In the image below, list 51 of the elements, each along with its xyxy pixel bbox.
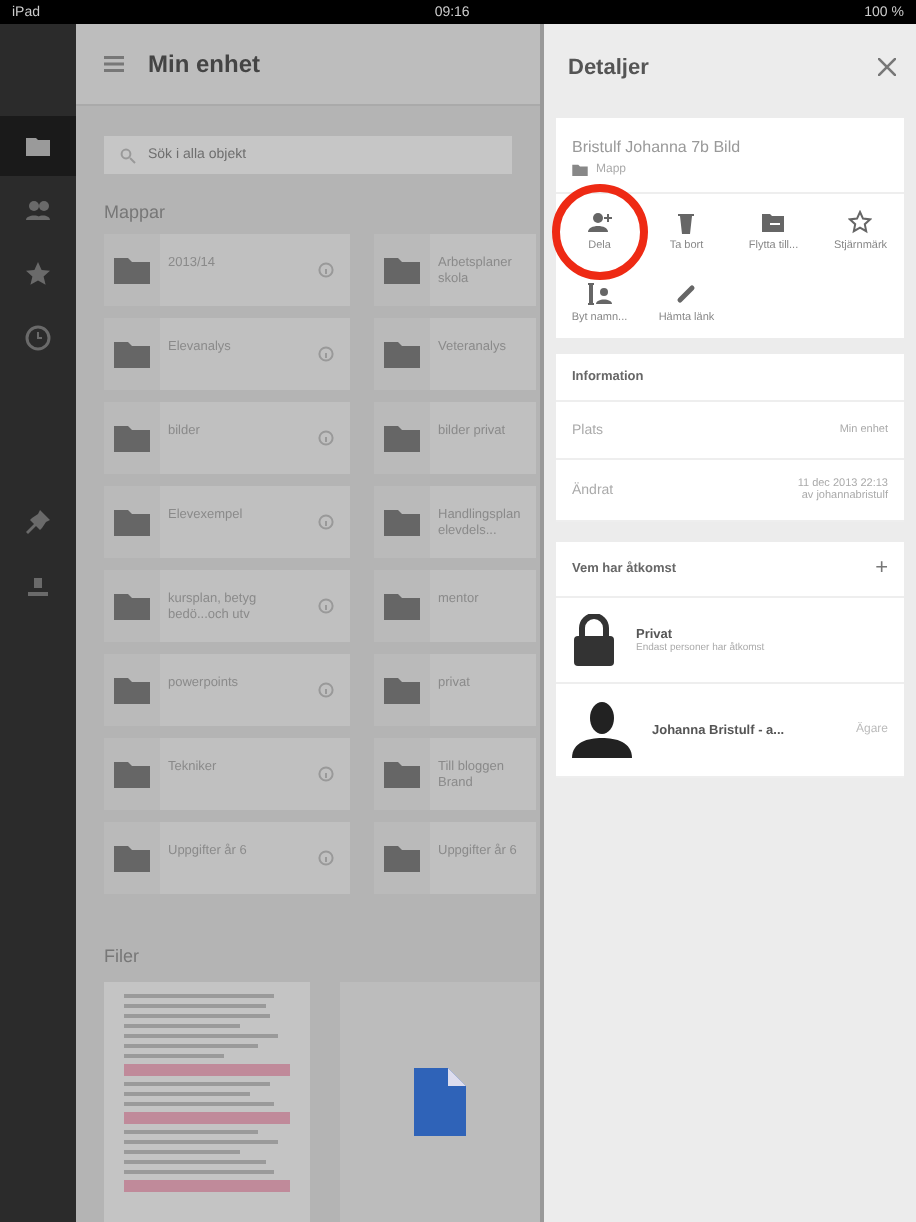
info-icon[interactable] (318, 262, 334, 278)
star-icon (848, 209, 873, 233)
close-icon (878, 58, 896, 76)
section-heading: Filer (102, 944, 141, 970)
folder-icon (114, 676, 150, 704)
add-button[interactable]: + (875, 558, 888, 580)
search-icon (120, 147, 136, 164)
folder-icon (384, 592, 420, 620)
upload-icon (24, 572, 52, 600)
pin-icon (24, 508, 52, 536)
info-icon[interactable] (318, 682, 334, 698)
panel-title: Detaljer (568, 55, 649, 79)
file-tile[interactable] (340, 982, 540, 1222)
folder-icon (572, 164, 588, 176)
file-name: Bristulf Johanna 7b Bild (570, 136, 743, 160)
folder-icon (384, 424, 420, 452)
folder-icon (384, 676, 420, 704)
folder-icon (384, 508, 420, 536)
document-preview-drawing[interactable] (104, 982, 311, 1222)
page-title: Min enhet (148, 50, 260, 79)
people-icon (24, 196, 52, 224)
trash-icon (674, 209, 699, 233)
add-person-icon (587, 209, 612, 233)
folder-icon (114, 508, 150, 536)
info-icon[interactable] (318, 598, 334, 614)
lock-icon (572, 614, 616, 666)
info-icon[interactable] (318, 766, 334, 782)
star-icon (24, 260, 52, 288)
rename-icon (587, 281, 612, 305)
folder-icon (24, 132, 52, 160)
info-icon[interactable] (318, 346, 334, 362)
info-icon[interactable] (318, 514, 334, 530)
folder-icon (114, 256, 150, 284)
section-heading: Mappar (102, 200, 168, 226)
folder-icon (384, 844, 420, 872)
info-icon[interactable] (318, 430, 334, 446)
nav-button[interactable] (0, 116, 76, 176)
close-button[interactable] (878, 58, 896, 76)
folder-icon (114, 424, 150, 452)
menu-icon[interactable] (104, 56, 124, 73)
folder-icon (114, 844, 150, 872)
info-icon[interactable] (318, 850, 334, 866)
folder-icon (384, 340, 420, 368)
folder-icon (114, 340, 150, 368)
folder-icon (384, 256, 420, 284)
folder-icon (114, 760, 150, 788)
person-icon (572, 702, 632, 758)
document-icon (414, 1068, 467, 1136)
folder-icon (384, 760, 420, 788)
folder-icon (114, 592, 150, 620)
clock-icon (24, 324, 52, 352)
